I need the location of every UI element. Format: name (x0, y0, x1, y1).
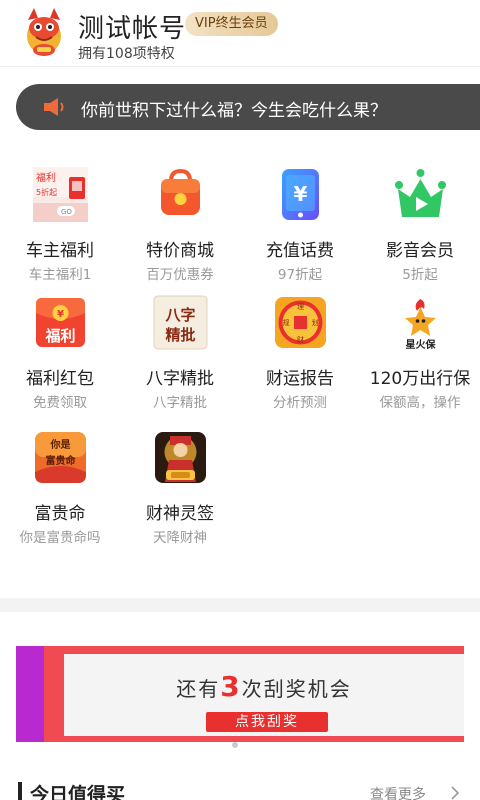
svg-text:八字: 八字 (164, 306, 195, 324)
view-more-link[interactable]: 查看更多 (370, 784, 426, 800)
service-title: 120万出行保 (369, 369, 471, 389)
service-car-owner-benefit[interactable]: 福利 5折起 GO 车主福利 车主福利1 (0, 160, 120, 283)
service-phone-recharge[interactable]: ¥ 充值话费 97折起 (240, 160, 360, 283)
service-subtitle: 百万优惠券 (146, 267, 214, 283)
service-discount-mall[interactable]: 特价商城 百万优惠券 (120, 160, 240, 283)
vip-badge[interactable]: VIP终生会员 (185, 12, 278, 36)
page: 测试帐号 VIP终生会员 拥有108项特权 你前世积下过什么福？今生会吃什么果？… (0, 0, 480, 800)
service-title: 八字精批 (146, 369, 214, 389)
service-title: 特价商城 (146, 241, 214, 261)
speaker-icon (44, 98, 64, 116)
svg-text:划: 划 (312, 318, 319, 327)
svg-text:财: 财 (297, 335, 304, 344)
scratch-suffix: 次刮奖机会 (241, 677, 352, 701)
scratch-button[interactable]: 点我刮奖 (206, 712, 328, 732)
user-header[interactable]: 测试帐号 VIP终生会员 拥有108项特权 (0, 0, 480, 66)
car-benefit-icon-text: 福利 (36, 171, 56, 184)
service-title: 车主福利 (26, 241, 94, 261)
svg-text:富贵命: 富贵命 (46, 454, 77, 467)
service-subtitle: 车主福利1 (28, 267, 92, 283)
scratch-chance-text: 还有3次刮奖机会 (64, 670, 464, 703)
star-mascot-icon: 星火保 (405, 299, 437, 350)
service-title: 福利红包 (26, 369, 94, 389)
svg-text:你是: 你是 (50, 438, 71, 451)
svg-text:规: 规 (283, 318, 290, 327)
section-title: 今日值得买 (30, 784, 126, 800)
rich-fate-icon: 你是 富贵命 (35, 432, 86, 483)
scratch-prefix: 还有 (176, 677, 221, 701)
service-subtitle: 分析预测 (273, 395, 327, 411)
service-subtitle: 5折起 (402, 267, 438, 283)
phone-recharge-icon: ¥ (282, 169, 319, 220)
scratch-count: 3 (220, 670, 242, 703)
notice-bar[interactable]: 你前世积下过什么福？今生会吃什么果？ (16, 84, 480, 130)
car-owner-benefit-icon: 福利 5折起 GO (33, 167, 88, 222)
red-envelope-icon-text: 福利 (44, 327, 75, 345)
fortune-coin-icon: 理 财 规 划 (275, 297, 326, 348)
service-title: 影音会员 (386, 241, 454, 261)
banner-stripe (16, 646, 44, 742)
section-accent-bar (18, 782, 22, 800)
red-envelope-icon: ¥ 福利 (36, 298, 85, 347)
privileges-count: 拥有108项特权 (78, 46, 175, 62)
service-subtitle: 八字精批 (153, 395, 207, 411)
service-bazi-reading[interactable]: 八字 精批 八字精批 八字精批 (120, 288, 240, 411)
service-god-of-wealth[interactable]: 财神灵签 天降财神 (120, 423, 240, 546)
service-title: 充值话费 (266, 241, 334, 261)
section-separator (0, 598, 480, 612)
svg-text:理: 理 (297, 303, 304, 311)
scratch-card-banner[interactable]: 还有3次刮奖机会 点我刮奖 (16, 646, 464, 742)
service-subtitle: 天降财神 (153, 530, 207, 546)
service-travel-insurance[interactable]: 星火保 120万出行保 保额高，操作 (360, 288, 480, 411)
chevron-right-icon[interactable] (450, 786, 460, 800)
service-subtitle: 97折起 (277, 267, 323, 283)
service-video-membership[interactable]: 影音会员 5折起 (360, 160, 480, 283)
scratch-card: 还有3次刮奖机会 点我刮奖 (64, 654, 464, 736)
svg-text:精批: 精批 (165, 326, 195, 344)
service-title: 财运报告 (266, 369, 334, 389)
service-fortune-report[interactable]: 理 财 规 划 财运报告 分析预测 (240, 288, 360, 411)
svg-text:GO: GO (61, 208, 72, 216)
service-subtitle: 你是富贵命吗 (19, 530, 101, 546)
header-divider (0, 66, 480, 67)
dragon-avatar-icon[interactable] (22, 6, 66, 58)
god-of-wealth-icon (155, 432, 206, 483)
service-title: 财神灵签 (146, 504, 214, 524)
phone-recharge-icon-text: ¥ (294, 182, 308, 206)
car-benefit-icon-sub: 5折起 (36, 187, 57, 197)
bazi-calligraphy-icon: 八字 精批 (153, 295, 208, 350)
username: 测试帐号 (78, 14, 187, 44)
service-title: 富贵命 (34, 504, 86, 524)
service-subtitle: 保额高，操作 (379, 395, 461, 411)
svg-text:¥: ¥ (57, 309, 64, 320)
shopping-bag-icon (161, 168, 200, 215)
service-rich-fate[interactable]: 你是 富贵命 富贵命 你是富贵命吗 (0, 423, 120, 546)
carousel-indicator[interactable] (232, 742, 238, 748)
service-red-envelope[interactable]: ¥ 福利 福利红包 免费领取 (0, 288, 120, 411)
star-mascot-icon-text: 星火保 (406, 338, 437, 350)
service-subtitle: 免费领取 (33, 395, 87, 411)
crown-play-icon (395, 169, 446, 217)
notice-text: 你前世积下过什么福？今生会吃什么果？ (81, 101, 387, 121)
